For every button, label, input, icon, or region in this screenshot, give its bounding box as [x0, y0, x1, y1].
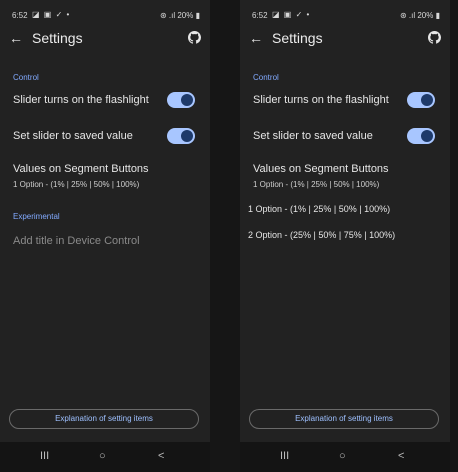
- menu-option-2[interactable]: 2 Option - (25% | 50% | 75% | 100%): [248, 230, 395, 240]
- home-icon[interactable]: ○: [99, 450, 106, 462]
- recents-icon[interactable]: III: [280, 450, 289, 462]
- system-status-icons: ⊛ .ıl 20% ▮: [399, 11, 440, 20]
- device-control-title-setting[interactable]: Add title in Device Control: [13, 235, 140, 247]
- toggle-knob: [421, 94, 433, 106]
- status-bar: 6:52 ◪ ▣ ✓ • ⊛ .ıl 20% ▮: [0, 0, 210, 26]
- github-icon[interactable]: [188, 31, 201, 44]
- app-bar: ← Settings: [240, 26, 450, 52]
- nav-back-icon[interactable]: <: [398, 450, 404, 462]
- saved-value-toggle-label: Set slider to saved value: [13, 130, 133, 142]
- page-title: Settings: [272, 30, 323, 46]
- flashlight-toggle-label: Slider turns on the flashlight: [13, 94, 149, 106]
- notification-icons: ◪ ▣ ✓ •: [272, 10, 311, 19]
- settings-screen-left: 6:52 ◪ ▣ ✓ • ⊛ .ıl 20% ▮ ← Settings Cont…: [0, 0, 210, 472]
- system-status-icons: ⊛ .ıl 20% ▮: [159, 11, 200, 20]
- page-title: Settings: [32, 30, 83, 46]
- segment-setting-value: 1 Option - (1% | 25% | 50% | 100%): [13, 180, 140, 189]
- saved-value-toggle[interactable]: [167, 128, 195, 144]
- saved-value-toggle[interactable]: [407, 128, 435, 144]
- segment-options-menu: 1 Option - (1% | 25% | 50% | 100%) 2 Opt…: [240, 196, 410, 256]
- flashlight-toggle[interactable]: [407, 92, 435, 108]
- toggle-knob: [181, 94, 193, 106]
- github-icon[interactable]: [428, 31, 441, 44]
- explanation-button[interactable]: Explanation of setting items: [9, 409, 199, 429]
- status-time: 6:52: [252, 11, 268, 20]
- segment-setting-title: Values on Segment Buttons: [253, 163, 389, 175]
- explanation-button[interactable]: Explanation of setting items: [249, 409, 439, 429]
- flashlight-toggle-label: Slider turns on the flashlight: [253, 94, 389, 106]
- flashlight-toggle[interactable]: [167, 92, 195, 108]
- saved-value-toggle-label: Set slider to saved value: [253, 130, 373, 142]
- home-icon[interactable]: ○: [339, 450, 346, 462]
- segment-setting-title: Values on Segment Buttons: [13, 163, 149, 175]
- nav-back-icon[interactable]: <: [158, 450, 164, 462]
- app-bar: ← Settings: [0, 26, 210, 52]
- recents-icon[interactable]: III: [40, 450, 49, 462]
- settings-screen-right: 6:52 ◪ ▣ ✓ • ⊛ .ıl 20% ▮ ← Settings Cont…: [240, 0, 450, 472]
- segment-setting-value: 1 Option - (1% | 25% | 50% | 100%): [253, 180, 380, 189]
- section-header-control: Control: [253, 73, 279, 82]
- menu-option-1[interactable]: 1 Option - (1% | 25% | 50% | 100%): [248, 204, 390, 214]
- notification-icons: ◪ ▣ ✓ •: [32, 10, 71, 19]
- system-nav-bar: III ○ <: [240, 442, 450, 472]
- section-header-control: Control: [13, 73, 39, 82]
- back-arrow-icon[interactable]: ←: [9, 30, 23, 46]
- status-time: 6:52: [12, 11, 28, 20]
- toggle-knob: [181, 130, 193, 142]
- toggle-knob: [421, 130, 433, 142]
- system-nav-bar: III ○ <: [0, 442, 210, 472]
- back-arrow-icon[interactable]: ←: [249, 30, 263, 46]
- section-header-experimental: Experimental: [13, 212, 60, 221]
- status-bar: 6:52 ◪ ▣ ✓ • ⊛ .ıl 20% ▮: [240, 0, 450, 26]
